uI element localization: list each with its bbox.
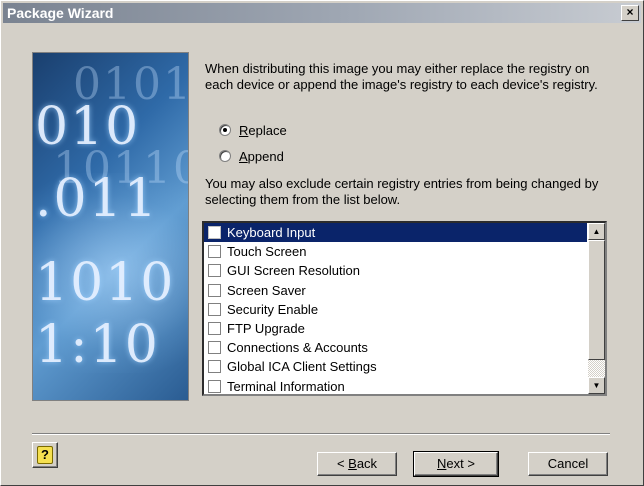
list-items: Keyboard Input Touch Screen GUI Screen R… <box>204 223 587 396</box>
list-item-label: GUI Screen Resolution <box>227 263 360 279</box>
help-button[interactable]: ? <box>32 442 58 468</box>
arrow-down-icon: ▼ <box>592 381 601 390</box>
checkbox[interactable] <box>208 226 221 240</box>
list-item-security-enable[interactable]: Security Enable <box>204 300 587 319</box>
append-radio[interactable] <box>219 150 231 162</box>
append-label: Append <box>239 148 284 164</box>
radio-selected-dot <box>223 128 227 132</box>
scroll-down-button[interactable]: ▼ <box>588 377 605 394</box>
banner-binary-row: 1:10 <box>35 315 160 375</box>
back-label-rest: ack <box>356 456 378 471</box>
back-button[interactable]: < Back <box>317 452 397 476</box>
cancel-button[interactable]: Cancel <box>528 452 608 476</box>
back-accesskey: B <box>348 456 357 471</box>
checkbox[interactable] <box>208 360 221 374</box>
close-icon: × <box>626 5 634 19</box>
checkbox[interactable] <box>208 283 221 297</box>
checkbox[interactable] <box>208 264 221 278</box>
list-item-gui-screen-resolution[interactable]: GUI Screen Resolution <box>204 261 587 280</box>
list-item-ftp-upgrade[interactable]: FTP Upgrade <box>204 319 587 338</box>
exclude-description: You may also exclude certain registry en… <box>205 176 599 207</box>
list-item-label: FTP Upgrade <box>227 321 305 337</box>
registry-description: When distributing this image you may eit… <box>205 61 598 92</box>
checkbox[interactable] <box>208 245 221 259</box>
list-item-terminal-information[interactable]: Terminal Information <box>204 377 587 396</box>
list-item-label: Keyboard Input <box>227 225 316 241</box>
list-item-label: Touch Screen <box>227 244 307 260</box>
checkbox[interactable] <box>208 322 221 336</box>
help-icon: ? <box>37 446 53 464</box>
next-accesskey: N <box>437 456 447 471</box>
title-bar[interactable]: Package Wizard × <box>3 3 641 23</box>
wizard-banner-image: 0101 010 10110 .011 1010 1:10 <box>32 52 189 401</box>
list-item-label: Terminal Information <box>227 378 345 394</box>
list-item-label: Screen Saver <box>227 282 306 298</box>
window-title: Package Wizard <box>7 5 114 21</box>
checkbox[interactable] <box>208 379 221 393</box>
list-item-global-ica-client-settings[interactable]: Global ICA Client Settings <box>204 357 587 376</box>
list-item-label: Connections & Accounts <box>227 340 368 356</box>
list-item-screen-saver[interactable]: Screen Saver <box>204 281 587 300</box>
list-item-connections-accounts[interactable]: Connections & Accounts <box>204 338 587 357</box>
list-item-touch-screen[interactable]: Touch Screen <box>204 242 587 261</box>
next-label-rest: ext > <box>446 456 475 471</box>
footer-divider <box>32 433 610 435</box>
append-radio-option[interactable]: Append <box>219 147 284 165</box>
replace-radio-option[interactable]: Replace <box>219 121 287 139</box>
list-item-keyboard-input[interactable]: Keyboard Input <box>204 223 587 243</box>
scrollbar-thumb[interactable] <box>588 240 605 360</box>
list-item-label: Global ICA Client Settings <box>227 359 377 375</box>
package-wizard-window: Package Wizard × 0101 010 10110 .011 101… <box>0 0 644 486</box>
registry-exclusion-list[interactable]: Keyboard Input Touch Screen GUI Screen R… <box>202 221 607 396</box>
cancel-label: Cancel <box>547 456 589 471</box>
arrow-up-icon: ▲ <box>592 227 601 236</box>
checkbox[interactable] <box>208 302 221 316</box>
scroll-up-button[interactable]: ▲ <box>588 223 605 240</box>
next-button[interactable]: Next > <box>413 451 499 477</box>
replace-radio[interactable] <box>219 124 231 136</box>
vertical-scrollbar[interactable]: ▲ ▼ <box>588 223 605 394</box>
close-button[interactable]: × <box>621 5 639 21</box>
checkbox[interactable] <box>208 341 221 355</box>
list-item-label: Security Enable <box>227 301 319 317</box>
replace-label: Replace <box>239 122 287 138</box>
banner-binary-row: .011 <box>35 169 159 229</box>
back-prefix: < <box>336 456 349 471</box>
banner-binary-row: 1010 <box>35 253 176 313</box>
